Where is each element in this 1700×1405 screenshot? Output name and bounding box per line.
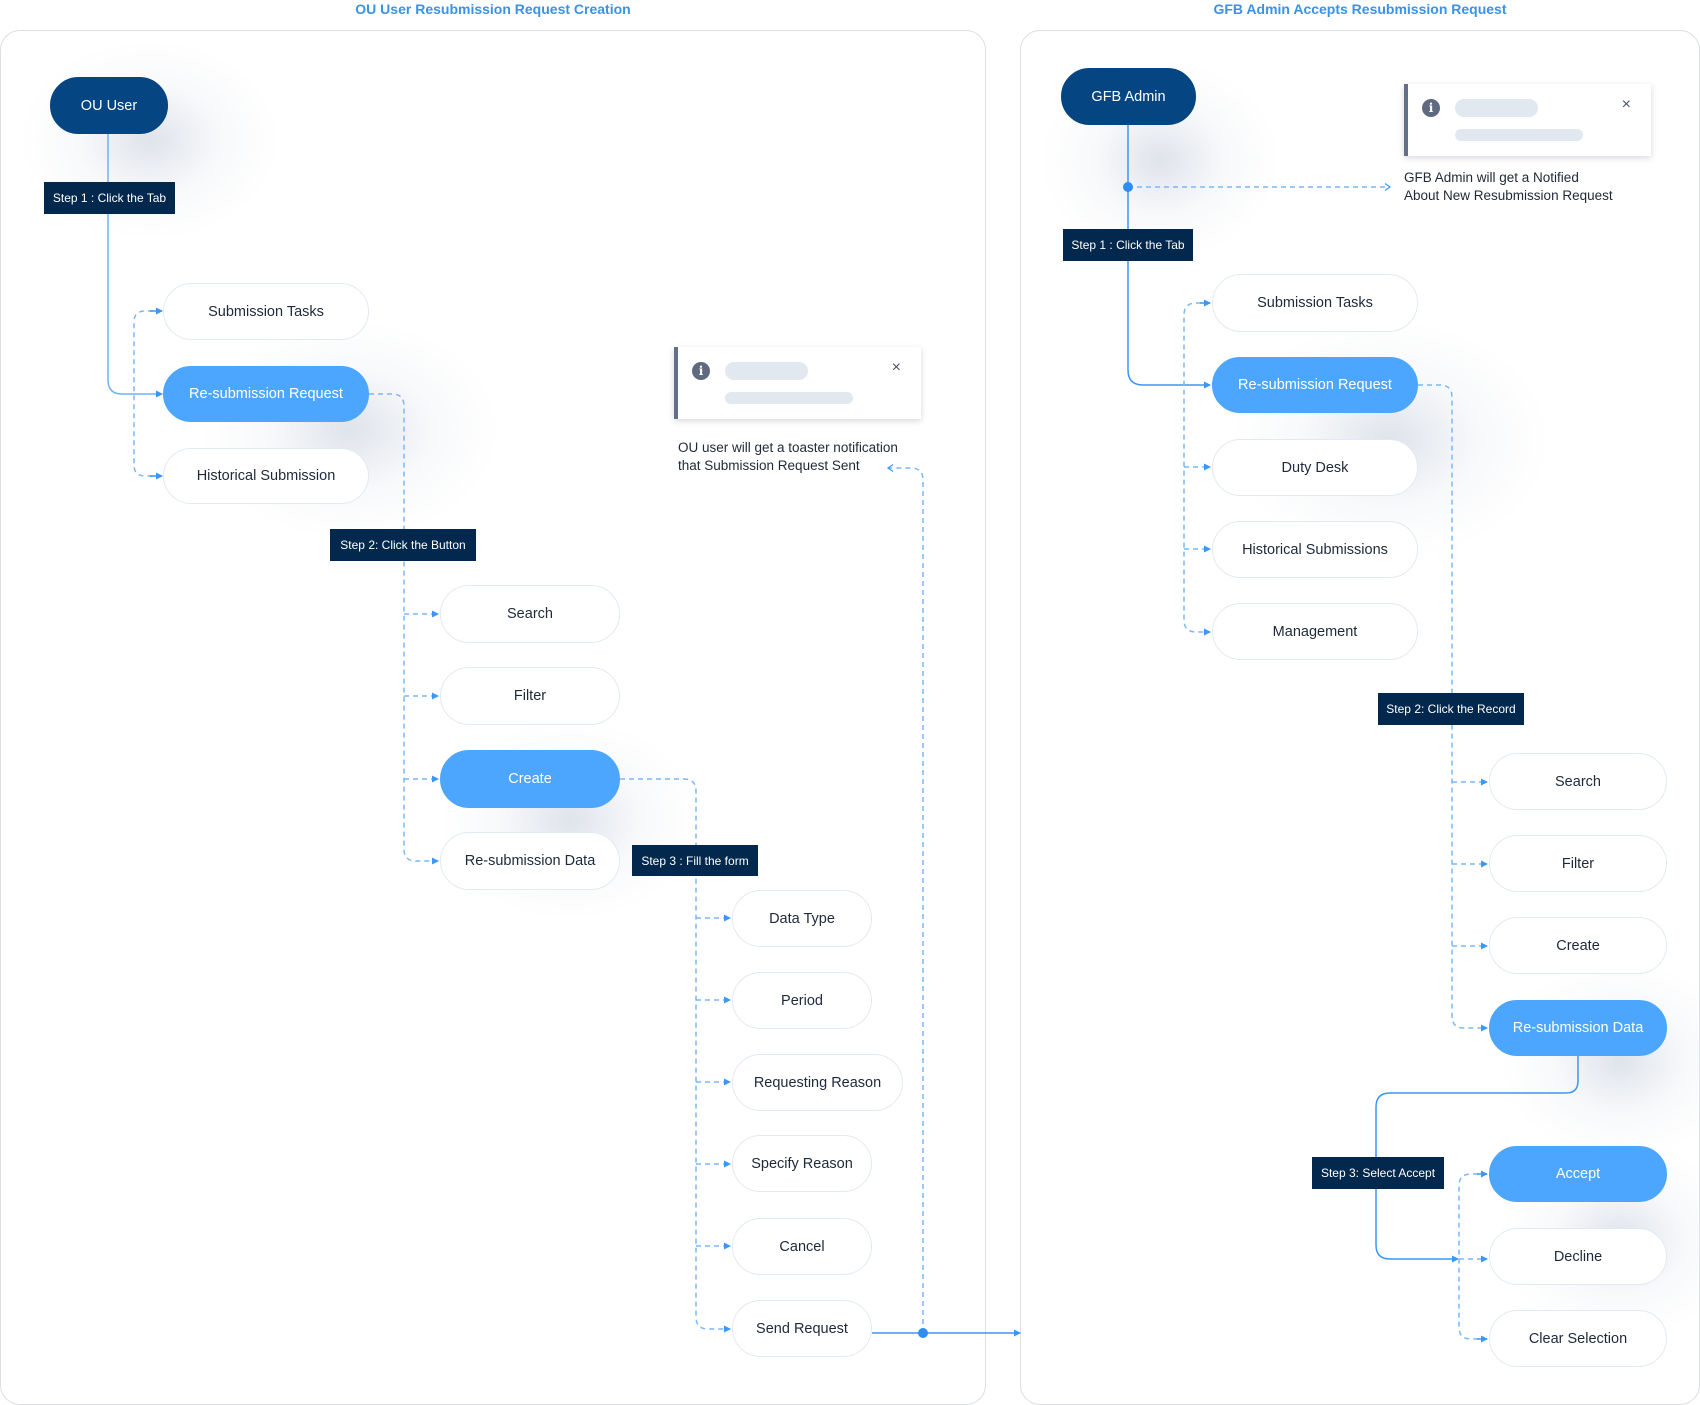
tab-duty-desk[interactable]: Duty Desk (1212, 439, 1418, 496)
toast-note-line: GFB Admin will get a Notified (1404, 170, 1579, 185)
step-1-label: Step 1 : Click the Tab (1063, 229, 1193, 261)
step-3-label: Step 3 : Fill the form (632, 845, 758, 876)
create-button[interactable]: Create (440, 750, 620, 808)
toast-notification: i × (1404, 84, 1651, 156)
data-type-field[interactable]: Data Type (732, 890, 872, 947)
create-button[interactable]: Create (1489, 917, 1667, 974)
toast-note: OU user will get a toaster notification … (678, 439, 898, 475)
junction-dot (918, 1328, 928, 1338)
connector-tab-to-buttons (369, 393, 439, 865)
tab-resubmission-request[interactable]: Re-submission Request (1212, 357, 1418, 413)
accept-button[interactable]: Accept (1489, 1146, 1667, 1202)
step-2-label: Step 2: Click the Record (1378, 693, 1524, 725)
junction-dot (1123, 182, 1133, 192)
info-icon: i (1422, 99, 1440, 117)
search-button[interactable]: Search (440, 585, 620, 643)
search-button[interactable]: Search (1489, 753, 1667, 810)
period-field[interactable]: Period (732, 972, 872, 1029)
tab-historical-submission[interactable]: Historical Submission (163, 448, 369, 504)
clear-selection-button[interactable]: Clear Selection (1489, 1310, 1667, 1367)
toast-note-line: OU user will get a toaster notification (678, 440, 898, 455)
tab-historical-submissions[interactable]: Historical Submissions (1212, 521, 1418, 578)
toast-note-line: that Submission Request Sent (678, 458, 860, 473)
toast-title-placeholder (725, 362, 808, 380)
close-icon[interactable]: × (1622, 96, 1631, 114)
tab-submission-tasks[interactable]: Submission Tasks (1212, 274, 1418, 332)
toast-title-placeholder (1455, 99, 1538, 117)
toast-body-placeholder (725, 392, 853, 404)
resubmission-data-button[interactable]: Re-submission Data (440, 832, 620, 890)
connector-ou-user-to-tab (107, 134, 163, 398)
filter-button[interactable]: Filter (440, 667, 620, 725)
requesting-reason-field[interactable]: Requesting Reason (732, 1054, 903, 1111)
close-icon[interactable]: × (892, 359, 901, 377)
connector-send-to-toast (886, 464, 924, 1333)
resubmission-data-record[interactable]: Re-submission Data (1489, 1000, 1667, 1056)
tab-resubmission-request[interactable]: Re-submission Request (163, 366, 369, 422)
cancel-button[interactable]: Cancel (732, 1218, 872, 1275)
tab-submission-tasks[interactable]: Submission Tasks (163, 283, 369, 340)
toast-notification: i × (674, 347, 921, 419)
toast-body-placeholder (1455, 129, 1583, 141)
toast-note: GFB Admin will get a Notified About New … (1404, 169, 1613, 205)
tab-management[interactable]: Management (1212, 603, 1418, 660)
actor-gfb-admin: GFB Admin (1061, 68, 1196, 125)
toast-note-line: About New Resubmission Request (1404, 188, 1613, 203)
filter-button[interactable]: Filter (1489, 835, 1667, 892)
decline-button[interactable]: Decline (1489, 1228, 1667, 1285)
specify-reason-field[interactable]: Specify Reason (732, 1135, 872, 1192)
step-3-label: Step 3: Select Accept (1312, 1157, 1444, 1189)
step-1-label: Step 1 : Click the Tab (44, 182, 175, 214)
info-icon: i (692, 362, 710, 380)
actor-ou-user: OU User (50, 77, 168, 134)
step-2-label: Step 2: Click the Button (330, 529, 476, 561)
send-request-button[interactable]: Send Request (732, 1300, 872, 1357)
